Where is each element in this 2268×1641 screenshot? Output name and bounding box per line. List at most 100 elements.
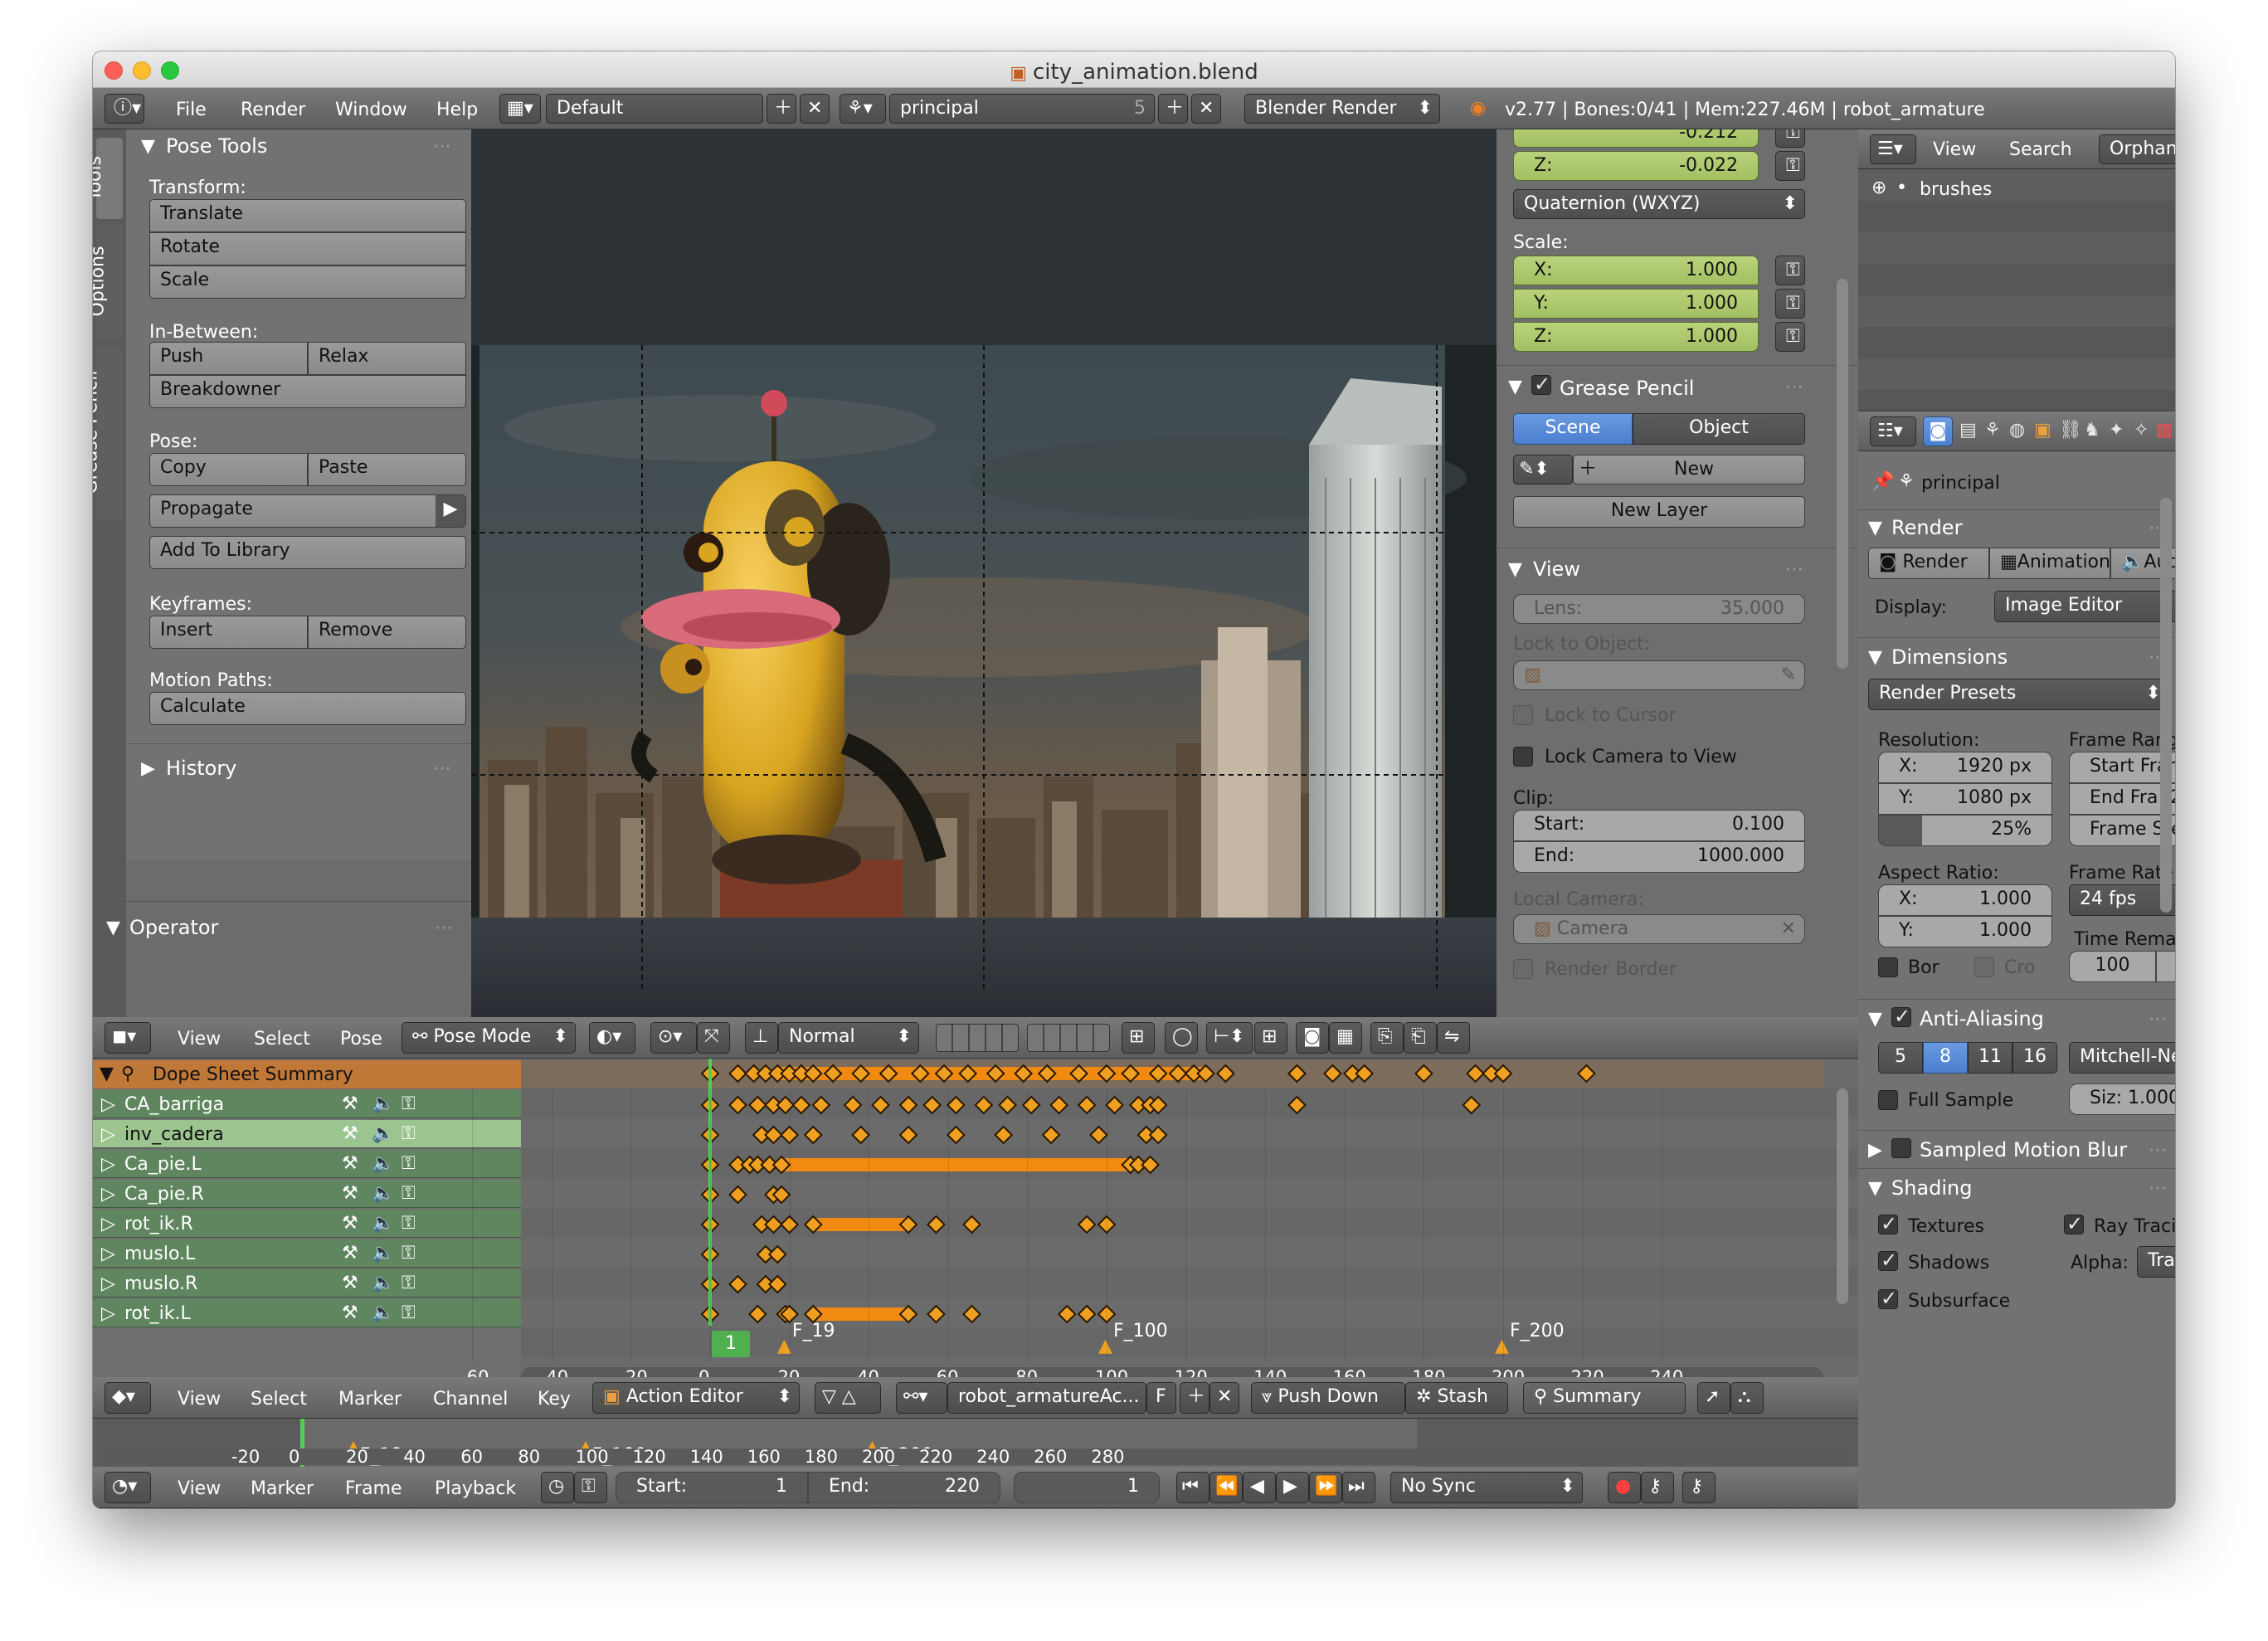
expand-icon[interactable]: ⊕ [1871,179,1886,197]
scale-button[interactable]: Scale [149,265,466,299]
constraints-icon[interactable]: ⛓ [2059,421,2082,440]
keyframe[interactable] [974,1095,994,1115]
keyframe[interactable] [764,1215,783,1234]
tab-grease-pencil[interactable]: Grease Pencil [93,347,123,519]
end-frame-field[interactable]: End Fra: 220 [2069,783,2175,815]
aa-filter-select[interactable]: Mitchell-Netra... [2069,1042,2175,1074]
auto-key-icon[interactable]: ⚷ [1682,1472,1716,1503]
summary-channel[interactable]: ▼ ⚲ Dope Sheet Summary [93,1060,521,1088]
rotation-mode-select[interactable]: Quaternion (WXYZ) ⬍ [1513,189,1805,219]
jump-prev-key-icon[interactable]: ⏪ [1209,1472,1243,1503]
motion-blur-expand-icon[interactable]: ▶ [1868,1142,1882,1160]
keyframe[interactable] [811,1095,831,1115]
wrench-icon[interactable]: ⚒ [342,1125,358,1143]
lock-icon[interactable]: ⚿ [402,1215,416,1233]
keyframe[interactable] [843,1095,863,1115]
time-remap-old-field[interactable]: 100 [2069,951,2156,982]
drag-handle-icon[interactable]: ⋯ [2149,1180,2167,1198]
panel-collapse-icon[interactable]: ▼ [141,138,155,156]
tab-tools[interactable]: Tools [93,138,123,219]
rotate-button[interactable]: Rotate [149,232,466,265]
jump-end-icon[interactable]: ⏭ [1342,1472,1375,1503]
wrench-icon[interactable]: ⚒ [342,1274,358,1293]
wrench-icon[interactable]: ⚒ [342,1095,358,1113]
play-icon[interactable]: ▶ [1276,1472,1309,1503]
keyframe[interactable] [728,1185,747,1205]
keyframe-hold-bar[interactable] [813,1307,908,1321]
calculate-paths-button[interactable]: Calculate [149,692,466,725]
view3d-menu-pose[interactable]: Pose [340,1030,382,1049]
viewport-shading-button[interactable]: ◐▾ [589,1022,635,1054]
propagate-menu-icon[interactable]: ▶ [436,495,465,527]
keyframe[interactable] [791,1095,811,1115]
grease-pencil-collapse-icon[interactable]: ▼ [1508,378,1522,397]
collapse-icon[interactable]: ▼ [100,1065,114,1083]
aa-samples-16[interactable]: 16 [2012,1042,2057,1074]
keyframe[interactable] [1466,1064,1485,1083]
ray-tracing-checkbox[interactable] [2064,1212,2084,1235]
expand-icon[interactable]: ▷ [101,1215,115,1234]
data-icon[interactable]: ✧ [2134,421,2149,440]
resolution-y-field[interactable]: Y: 1080 px [1878,783,2052,815]
mute-speaker-icon[interactable]: 🔈 [372,1304,394,1322]
play-reverse-icon[interactable]: ◀ [1243,1472,1276,1503]
expand-icon[interactable]: ▷ [101,1186,115,1204]
manipulator-toggle-icon[interactable]: ⤧ [697,1022,730,1054]
channel-row[interactable]: ▷ Ca_pie.L ⚒ 🔈 ⚿ [93,1150,521,1178]
marker-triangle-icon[interactable]: ▲ [1098,1337,1112,1356]
info-editor-type-button[interactable]: ⓘ▾ [105,94,144,124]
lock-icon[interactable]: ⚿ [402,1244,416,1263]
action-browse-icon[interactable]: ⚯▾ [896,1382,947,1414]
expand-icon[interactable]: ▷ [101,1305,115,1323]
translate-button[interactable]: Translate [149,199,466,232]
bone-layer-icon[interactable]: ⊞ [1122,1022,1155,1054]
transform-orientation-select[interactable]: Normal ⬍ [778,1022,919,1054]
dopesheet-hscrollbar[interactable] [521,1367,1823,1377]
keyframe[interactable] [767,1274,787,1294]
outliner-item-brushes[interactable]: brushes [1920,181,1992,199]
properties-scrollbar[interactable] [2160,498,2172,913]
keyframe[interactable] [1576,1064,1596,1083]
menu-help[interactable]: Help [436,101,478,119]
screen-layout-icon[interactable]: ▦▾ [499,94,541,124]
outliner-menu-view[interactable]: View [1933,141,1976,159]
keyframe[interactable] [776,1095,796,1115]
expand-icon[interactable]: ▷ [101,1096,115,1114]
display-select[interactable]: Image Editor⬍ [1994,591,2175,622]
keyframe[interactable] [871,1095,890,1115]
keyframe[interactable] [1355,1064,1375,1083]
keyframe[interactable] [1089,1125,1108,1145]
paste-pose-button[interactable]: Paste [308,453,466,486]
modifier-icon[interactable]: ✦ [2109,421,2124,440]
view3d-menu-view[interactable]: View [178,1030,221,1049]
render-animation-button[interactable]: ▦Animation [1989,548,2110,579]
filter-size-field[interactable]: Siz: 1.000 px [2069,1083,2175,1115]
keyframe[interactable] [898,1125,918,1145]
outliner-editor-type-button[interactable]: ☰▾ [1870,134,1916,164]
jump-next-key-icon[interactable]: ⏩ [1309,1472,1342,1503]
render-context-icon[interactable]: ◙ [1923,416,1953,446]
scale-x-field[interactable]: X: 1.000 [1513,256,1759,285]
n-panel-scrollbar[interactable] [1837,279,1848,669]
channel-row[interactable]: ▷ rot_ik.R ⚒ 🔈 ⚿ [93,1210,521,1238]
menu-render[interactable]: Render [241,101,305,119]
outliner-menu-search[interactable]: Search [2009,141,2072,159]
dopesheet-vscrollbar[interactable] [1837,1088,1848,1304]
keyframe[interactable] [1287,1095,1307,1115]
timeline-editor-type-button[interactable]: ◔▾ [105,1472,151,1503]
dopesheet-menu-marker[interactable]: Marker [338,1390,402,1409]
new-grease-pencil-button[interactable]: ＋ New [1573,455,1805,485]
textures-checkbox[interactable] [1878,1212,1898,1235]
keyframe[interactable] [803,1125,823,1145]
dopesheet-editor-type-button[interactable]: ◆▾ [105,1382,151,1414]
bone-icon[interactable]: ♞ [2084,421,2100,440]
drag-handle-icon[interactable]: ⋯ [433,138,451,156]
rotation-y-field[interactable]: -0.212 [1513,129,1759,148]
keyframe[interactable] [764,1125,783,1145]
operator-collapse-icon[interactable]: ▼ [106,919,120,937]
drag-handle-icon[interactable]: ⋯ [1785,378,1803,397]
lock-icon[interactable]: ⚿ [1775,151,1805,181]
timeline-menu-frame[interactable]: Frame [345,1480,402,1498]
anti-aliasing-checkbox[interactable] [1891,1005,1911,1028]
grease-pencil-object-tab[interactable]: Object [1633,413,1805,445]
